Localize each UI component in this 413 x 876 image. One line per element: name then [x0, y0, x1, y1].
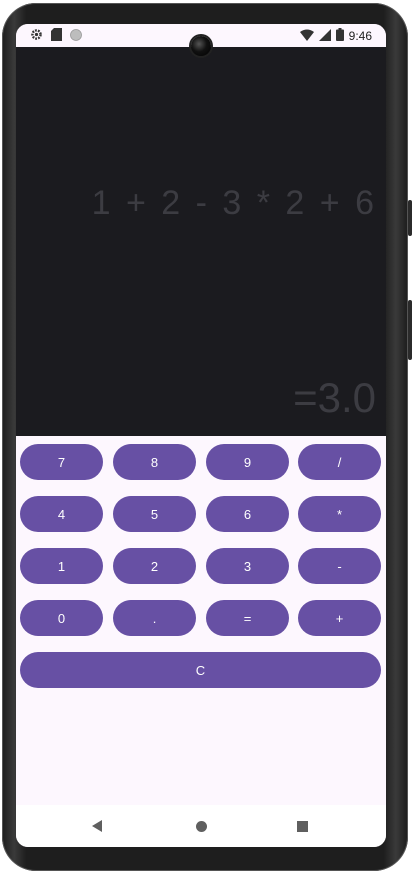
signal-icon: [318, 28, 331, 44]
battery-icon: [335, 28, 344, 44]
result-text: =3.0: [293, 374, 376, 421]
key-9[interactable]: 9: [206, 444, 289, 480]
key-7[interactable]: 7: [20, 444, 103, 480]
back-icon[interactable]: [92, 820, 102, 832]
clear-button[interactable]: C: [20, 652, 381, 688]
sd-card-icon: [51, 28, 62, 44]
key-add[interactable]: +: [298, 600, 381, 636]
status-right-icons: 9:46: [299, 28, 372, 44]
expression-text: 1 + 2 - 3 * 2 + 6: [91, 184, 376, 222]
recents-icon[interactable]: [297, 821, 308, 832]
key-6[interactable]: 6: [206, 496, 289, 532]
key-multiply[interactable]: *: [298, 496, 381, 532]
device-frame: 9:46 1 + 2 - 3 * 2 + 6 =3.0 7 8 9 / 4 5 …: [0, 0, 413, 876]
key-4[interactable]: 4: [20, 496, 103, 532]
key-decimal[interactable]: .: [113, 600, 196, 636]
calculator-display: 1 + 2 - 3 * 2 + 6 =3.0: [16, 47, 386, 436]
wifi-icon: [299, 29, 314, 44]
home-icon[interactable]: [196, 821, 207, 832]
gear-icon: [30, 28, 43, 44]
key-0[interactable]: 0: [20, 600, 103, 636]
key-2[interactable]: 2: [113, 548, 196, 584]
front-camera: [191, 36, 211, 56]
key-subtract[interactable]: -: [298, 548, 381, 584]
navigation-bar: [16, 805, 386, 847]
key-5[interactable]: 5: [113, 496, 196, 532]
circle-icon: [70, 28, 82, 44]
key-divide[interactable]: /: [298, 444, 381, 480]
volume-button: [408, 300, 412, 360]
status-time: 9:46: [348, 29, 372, 43]
power-button: [408, 200, 412, 236]
key-8[interactable]: 8: [113, 444, 196, 480]
key-1[interactable]: 1: [20, 548, 103, 584]
key-equals[interactable]: =: [206, 600, 289, 636]
status-left-icons: [30, 28, 82, 44]
key-3[interactable]: 3: [206, 548, 289, 584]
screen: 9:46 1 + 2 - 3 * 2 + 6 =3.0 7 8 9 / 4 5 …: [16, 24, 386, 847]
